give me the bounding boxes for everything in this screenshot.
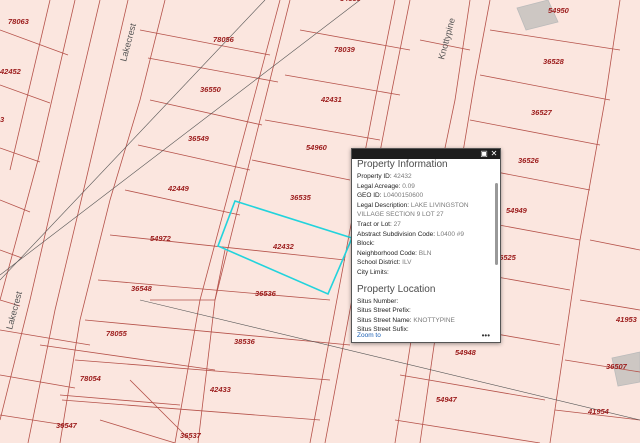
field-label: Situs Number: [357,297,399,305]
field-value: 42432 [393,173,412,180]
parcel-label: 54948 [455,348,477,357]
field-row: Legal Description: LAKE LIVINGSTON VILLA… [357,201,492,220]
parcel-label: 42452 [0,67,22,76]
field-row: Property ID: 42432 [357,172,492,182]
parcel-label: 38536 [234,337,256,346]
parcel-label: 41954 [587,407,610,416]
field-value: 0.09 [402,182,415,190]
field-label: Situs Street Prefix: [357,307,411,315]
field-row: Situs Street Prefix: [357,306,492,316]
property-fields: Property ID: 42432 Legal Acreage: 0.09 GEO… [357,172,492,278]
parcel-label: 54950 [548,6,570,15]
field-label: City Limits: [357,268,389,276]
field-label: Neighborhood Code: [357,249,419,257]
field-row: GEO ID: L0400150600 [357,191,492,201]
parcel-label: 36550 [200,85,222,94]
field-row: City Limits: [357,268,492,278]
parcel-label: 54972 [150,234,172,243]
property-location-title: Property Location [357,283,436,295]
parcel-label: 42431 [320,95,342,104]
parcel-label: 36527 [531,108,553,117]
parcel-label: 36548 [131,284,153,293]
popup-toolbar: ▣ ✕ [352,149,500,159]
parcel-label: 42449 [167,184,190,193]
parcel-label: 36537 [180,431,202,440]
parcel-label: 36507 [606,362,628,371]
more-menu-icon[interactable]: ••• [482,331,490,340]
field-row: School District: ILV [357,258,492,268]
parcel-label: 36547 [56,421,78,430]
field-row: Situs Number: [357,297,492,307]
field-value: ILV [402,259,412,267]
field-row: Neighborhood Code: BLN [357,249,492,259]
popup-scrollbar[interactable] [495,183,498,265]
field-row: Tract or Lot: 27 [357,220,492,230]
parcel-label: 36528 [543,57,565,66]
parcel-label: 78039 [334,45,356,54]
field-label: Abstract Subdivision Code: [357,230,437,238]
property-information-title: Property Information [357,159,448,170]
parcel-label: 42433 [209,385,232,394]
field-value: 27 [393,220,401,228]
field-label: Situs Street Name: [357,316,414,324]
parcel-label: 42432 [272,242,295,251]
field-label: School District: [357,259,403,267]
parcel-label: 54947 [436,395,458,404]
close-icon[interactable]: ✕ [490,150,498,158]
parcel-label: 36549 [188,134,210,143]
parcel-label-partial: 34555 [340,0,362,3]
parcel-label: 54949 [506,206,528,215]
parcel-label: 41953 [615,315,638,324]
property-popup[interactable]: ▣ ✕ Property Information Property ID: 42… [351,148,501,343]
popup-body[interactable]: Property Information Property ID: 42432 L… [352,159,500,342]
parcel-label: 78055 [106,329,128,338]
parcel-label: 54960 [306,143,328,152]
field-value: L0400150600 [383,192,424,200]
field-label: Legal Acreage: [357,182,403,190]
field-row: Abstract Subdivision Code: L0400 #9 [357,230,492,240]
field-label: Tract or Lot: [357,220,394,228]
zoom-to-link[interactable]: Zoom to [357,332,381,339]
field-row: Situs Street Name: KNOTTYPINE [357,316,492,326]
field-value: BLN [418,249,432,257]
field-value: KNOTTYPINE [413,316,455,324]
parcel-label: 36536 [255,289,277,298]
field-label: Legal Description: [357,201,411,209]
parcel-label: 78054 [80,374,102,383]
parcel-label: 36526 [518,156,540,165]
location-fields: Situs Number: Situs Street Prefix: Situs… [357,297,492,335]
field-label: GEO ID: [357,192,384,200]
field-value: L0400 #9 [436,230,464,238]
parcel-label: 78063 [8,17,30,26]
parcel-map[interactable]: 78063 78056 78039 54950 42452 36528 36550 42431… [0,0,640,443]
parcel-label: 36535 [290,193,312,202]
field-label: Property ID: [357,173,394,180]
field-label: Block: [357,240,375,248]
field-row: Block: [357,239,492,249]
minimize-icon[interactable]: ▣ [480,150,488,158]
parcel-label: 78056 [213,35,235,44]
field-row: Legal Acreage: 0.09 [357,182,492,192]
